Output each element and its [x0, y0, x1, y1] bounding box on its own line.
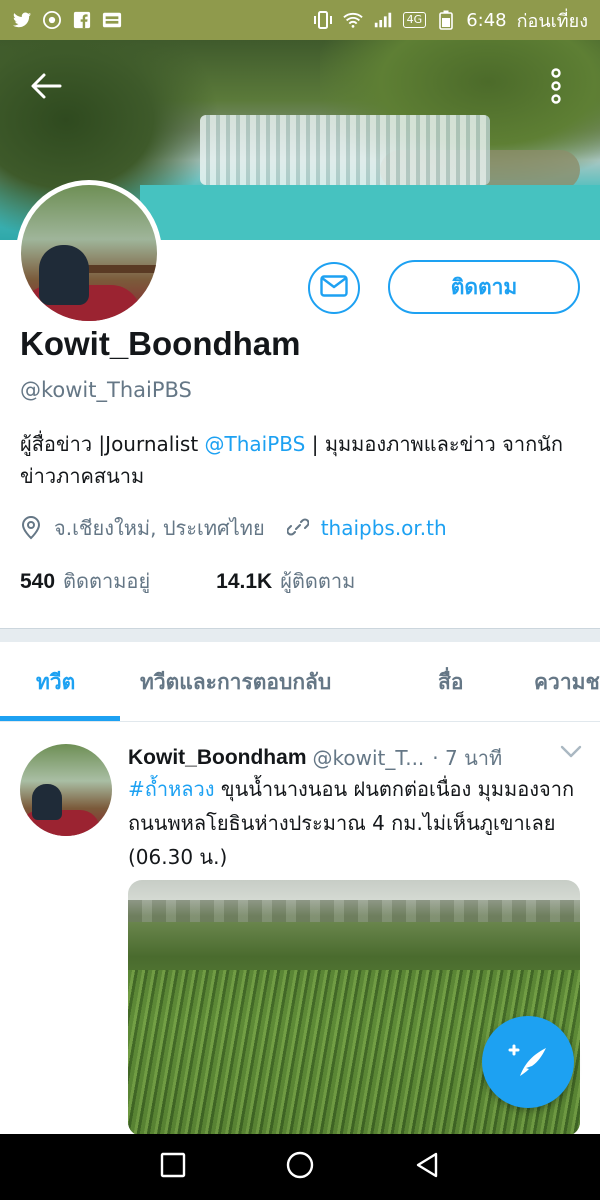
twitter-icon [12, 10, 32, 30]
battery-icon [436, 10, 456, 30]
tweet-text: #ถ้ำหลวง ขุนน้ำนางนอน ฝนตกต่อเนื่อง มุมม… [128, 772, 580, 874]
back-button[interactable] [26, 68, 66, 108]
profile-meta: จ.เชียงใหม่, ประเทศไทย thaipbs.or.th [20, 512, 447, 544]
profile-tabs: ทวีต ทวีตและการตอบกลับ สื่อ ความชอบ [0, 642, 600, 722]
tweet-author-handle: @kowit_T... [312, 746, 425, 770]
followers-stat[interactable]: 14.1K ผู้ติดตาม [216, 565, 355, 597]
tab-likes[interactable]: ความชอบ [534, 642, 600, 721]
wifi-icon [342, 10, 363, 30]
following-stat[interactable]: 540 ติดตามอยู่ [20, 565, 150, 597]
following-count: 540 [20, 570, 56, 593]
tab-media[interactable]: สื่อ [438, 642, 463, 721]
following-label: ติดตามอยู่ [63, 569, 151, 593]
profile-avatar[interactable] [16, 180, 162, 326]
system-nav-bar [0, 1134, 600, 1200]
tab-tweets-replies[interactable]: ทวีตและการตอบกลับ [140, 642, 331, 721]
recents-icon [160, 1152, 186, 1182]
recents-button[interactable] [153, 1147, 193, 1187]
tweet-header: Kowit_Boondham @kowit_T... · 7 นาที [128, 742, 584, 774]
clock: 6:48 [466, 9, 507, 31]
media-treeline [128, 900, 580, 922]
followers-label: ผู้ติดตาม [280, 569, 356, 593]
profile-counts: 540 ติดตามอยู่ 14.1K ผู้ติดตาม [20, 565, 355, 597]
status-bar: 4G 6:48 ก่อนเที่ยง [0, 0, 600, 40]
compose-tweet-icon [506, 1040, 550, 1084]
avatar-person [39, 245, 89, 305]
signal-icon [373, 10, 393, 30]
tab-tweets[interactable]: ทวีต [36, 642, 75, 721]
followers-count: 14.1K [216, 570, 273, 593]
banner-waterfall [200, 115, 490, 185]
mail-icon [320, 275, 348, 301]
chrome-icon [42, 10, 62, 30]
network-badge: 4G [402, 12, 427, 28]
bio-text: ผู้สื่อข่าว |Journalist [20, 432, 205, 456]
tweet-author-avatar[interactable] [20, 744, 112, 836]
home-button[interactable] [280, 1147, 320, 1187]
active-tab-indicator [0, 716, 120, 721]
profile-website-link[interactable]: thaipbs.or.th [321, 516, 447, 540]
facebook-icon [72, 10, 92, 30]
vibrate-icon [313, 10, 333, 30]
tweet-timestamp: · 7 นาที [432, 746, 503, 770]
section-divider [0, 628, 600, 642]
more-vertical-icon [550, 68, 562, 108]
message-button[interactable] [308, 262, 360, 314]
chevron-down-icon[interactable] [560, 744, 584, 768]
more-options-button[interactable] [536, 68, 576, 108]
webtoon-icon [102, 10, 122, 30]
bio-mention-link[interactable]: @ThaiPBS [205, 432, 306, 456]
profile-handle: @kowit_ThaiPBS [20, 378, 192, 402]
link-icon [286, 516, 311, 540]
clock-period: ก่อนเที่ยง [516, 10, 588, 32]
tweet-hashtag-link[interactable]: #ถ้ำหลวง [128, 777, 215, 801]
arrow-back-icon [30, 72, 62, 104]
back-nav-button[interactable] [407, 1147, 447, 1187]
avatar-person [32, 784, 62, 820]
compose-tweet-button[interactable] [482, 1016, 574, 1108]
home-icon [285, 1150, 315, 1184]
follow-button[interactable]: ติดตาม [388, 260, 580, 314]
profile-name: Kowit_Boondham [20, 325, 301, 362]
back-triangle-icon [414, 1151, 440, 1183]
profile-location: จ.เชียงใหม่, ประเทศไทย [54, 516, 265, 540]
location-pin-icon [20, 516, 44, 540]
profile-bio: ผู้สื่อข่าว |Journalist @ThaiPBS | มุมมอ… [20, 428, 580, 492]
banner-pool [140, 185, 600, 240]
tweet-author-name[interactable]: Kowit_Boondham [128, 746, 307, 770]
